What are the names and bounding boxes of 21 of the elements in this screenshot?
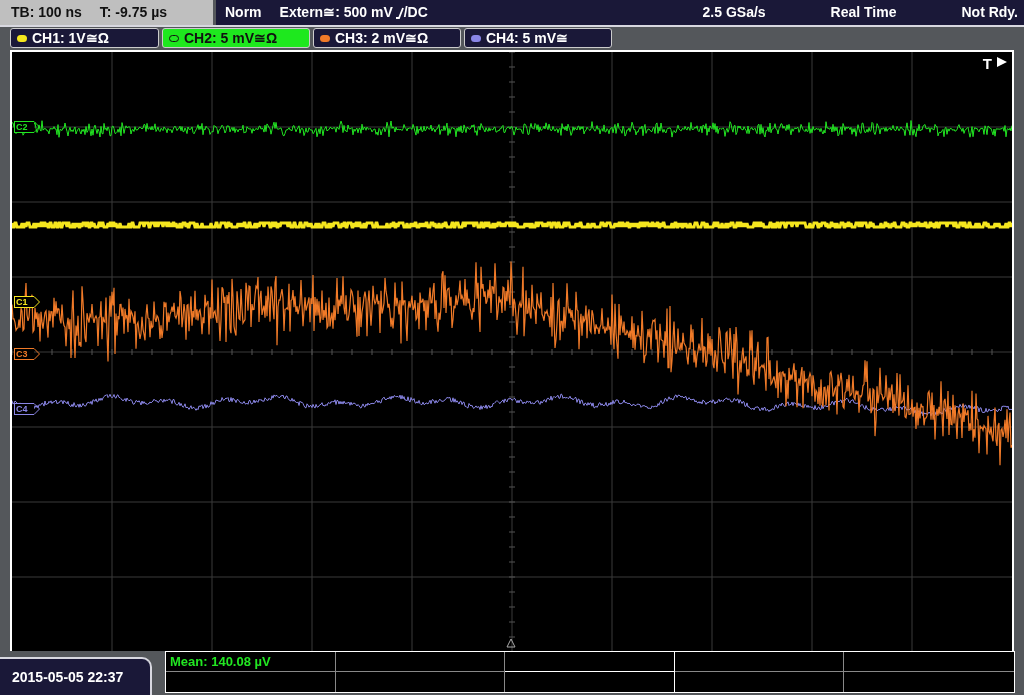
- sample-rate-label: 2.5 GSa/s: [702, 3, 766, 22]
- trigger-position-icon: [996, 56, 1008, 68]
- trigger-mode-label: Norm: [225, 3, 262, 22]
- channel-marker[interactable]: C2: [14, 121, 34, 133]
- coupling-label: /DC: [403, 3, 428, 22]
- rising-edge-icon: [395, 6, 404, 19]
- trigger-time-label: T: -9.75 µs: [99, 3, 168, 22]
- channel-tab[interactable]: CH2: 5 mV≅Ω: [162, 28, 310, 48]
- trigger-marker: T: [982, 54, 992, 74]
- trigger-source-label: Extern≅: 500 mV: [279, 3, 393, 22]
- channel-marker[interactable]: C4: [14, 403, 34, 415]
- channel-tab[interactable]: CH1: 1V≅Ω: [10, 28, 159, 48]
- acquisition-state-label: Not Rdy.: [961, 3, 1018, 22]
- trigger-offset-icon: [506, 638, 516, 648]
- acquisition-mode-label: Real Time: [830, 3, 897, 22]
- channel-tab[interactable]: CH3: 2 mV≅Ω: [313, 28, 461, 48]
- channel-tab[interactable]: CH4: 5 mV≅: [464, 28, 612, 48]
- measurement-value: Mean: 140.08 µV: [166, 652, 336, 672]
- channel-marker[interactable]: C1: [14, 296, 34, 308]
- timebase-label: TB: 100 ns: [11, 3, 82, 22]
- channel-marker[interactable]: C3: [14, 348, 34, 360]
